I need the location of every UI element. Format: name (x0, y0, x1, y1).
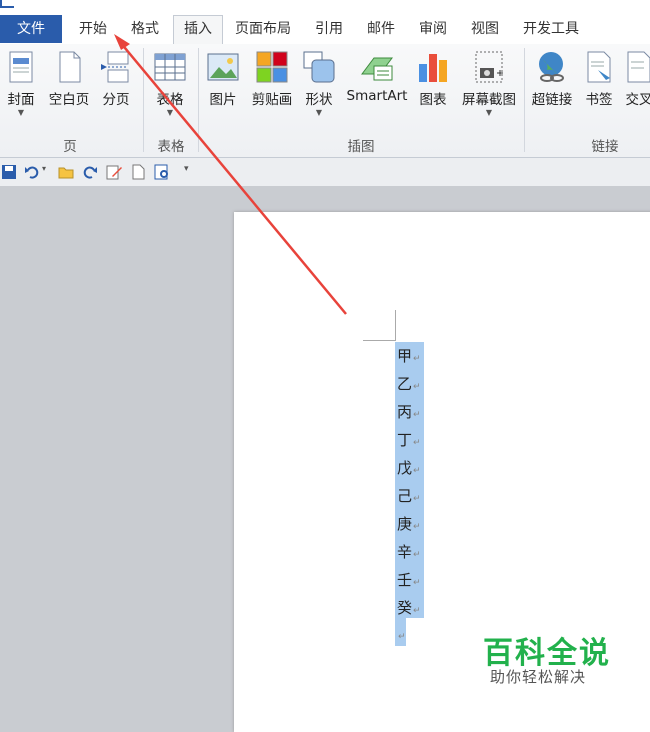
smartart-button[interactable]: SmartArt (344, 50, 410, 104)
group-label-links: 链接 (591, 139, 619, 155)
page-break-icon (99, 50, 133, 84)
picture-label: 图片 (209, 92, 237, 108)
smartart-icon (360, 50, 394, 84)
document-line[interactable]: 壬↵ (397, 566, 421, 594)
smartart-label: SmartArt (346, 88, 408, 104)
document-line-empty[interactable]: ↵ (397, 620, 406, 648)
shapes-button[interactable]: 形状 ▼ (302, 50, 336, 118)
open-folder-icon[interactable] (58, 164, 74, 180)
page-break-button[interactable]: 分页 (99, 50, 133, 108)
table-icon (153, 50, 187, 84)
tab-developer[interactable]: 开发工具 (516, 16, 586, 43)
picture-icon (206, 50, 240, 84)
tab-review[interactable]: 审阅 (412, 16, 454, 43)
blank-page-label: 空白页 (48, 92, 90, 108)
table-button[interactable]: 表格 ▼ (152, 50, 188, 118)
bookmark-label: 书签 (585, 92, 613, 108)
document-line[interactable]: 丙↵ (397, 398, 421, 426)
tab-home[interactable]: 开始 (70, 16, 116, 43)
group-label-tables: 表格 (157, 139, 185, 155)
chevron-down-icon[interactable]: ▼ (458, 108, 520, 118)
tab-page-layout[interactable]: 页面布局 (228, 16, 298, 43)
customize-toolbar-icon[interactable]: ▾ (184, 164, 200, 180)
chevron-down-icon[interactable]: ▾ (42, 164, 58, 180)
clip-art-button[interactable]: 剪贴画 (248, 50, 296, 108)
group-label-illustrations: 插图 (347, 139, 375, 155)
hyperlink-button[interactable]: 超链接 (528, 50, 576, 108)
chevron-down-icon[interactable]: ▼ (152, 108, 188, 118)
blank-page-icon (52, 50, 86, 84)
document-line[interactable]: 己↵ (397, 482, 421, 510)
undo-icon[interactable] (24, 164, 40, 180)
chart-icon (416, 50, 450, 84)
screenshot-label: 屏幕截图 (462, 92, 516, 108)
tab-view[interactable]: 视图 (464, 16, 506, 43)
page-break-label: 分页 (102, 92, 130, 108)
screenshot-icon (472, 50, 506, 84)
cross-reference-icon (622, 50, 650, 84)
cross-reference-label: 交叉 (625, 92, 650, 108)
ribbon-tab-bar: 文件 开始 格式 插入 页面布局 引用 邮件 审阅 视图 开发工具 (0, 0, 650, 45)
chart-label: 图表 (419, 92, 447, 108)
hyperlink-label: 超链接 (531, 92, 573, 108)
chevron-down-icon[interactable]: ▼ (302, 108, 336, 118)
new-document-icon[interactable] (130, 164, 146, 180)
edit-document-icon[interactable] (106, 164, 122, 180)
save-icon[interactable] (1, 164, 17, 180)
table-label: 表格 (156, 92, 184, 108)
document-line[interactable]: 乙↵ (397, 370, 421, 398)
cover-page-label: 封面 (7, 92, 35, 108)
clip-art-label: 剪贴画 (251, 92, 293, 108)
document-line[interactable]: 戊↵ (397, 454, 421, 482)
cover-page-button[interactable]: 封面 ▼ (4, 50, 38, 118)
tab-mailings[interactable]: 邮件 (360, 16, 402, 43)
bookmark-icon (582, 50, 616, 84)
tab-insert[interactable]: 插入 (173, 15, 223, 45)
shapes-icon (302, 50, 336, 84)
picture-button[interactable]: 图片 (206, 50, 240, 108)
app-logo-icon (0, 0, 14, 8)
blank-page-button[interactable]: 空白页 (44, 50, 94, 108)
document-line[interactable]: 丁↵ (397, 426, 421, 454)
cover-page-icon (4, 50, 38, 84)
chevron-down-icon[interactable]: ▼ (4, 108, 38, 118)
chart-button[interactable]: 图表 (416, 50, 450, 108)
hyperlink-icon (535, 50, 569, 84)
margin-corner-mark (395, 310, 396, 341)
watermark-subtitle: 助你轻松解决 (490, 668, 587, 686)
tab-references[interactable]: 引用 (308, 16, 350, 43)
document-line[interactable]: 庚↵ (397, 510, 421, 538)
tab-format[interactable]: 格式 (124, 16, 166, 43)
redo-icon[interactable] (82, 164, 98, 180)
ribbon-insert-panel: 封面 ▼ 空白页 分页 页 表格 ▼ 表格 图片 剪贴画 形状 ▼ SmartA… (0, 44, 650, 158)
clip-art-icon (255, 50, 289, 84)
document-line[interactable]: 辛↵ (397, 538, 421, 566)
document-line[interactable]: 癸↵ (397, 594, 421, 622)
document-line[interactable]: 甲↵ (397, 342, 421, 370)
shapes-label: 形状 (305, 92, 333, 108)
tab-file[interactable]: 文件 (0, 15, 62, 43)
print-preview-icon[interactable] (154, 164, 170, 180)
group-label-pages: 页 (63, 139, 77, 155)
screenshot-button[interactable]: 屏幕截图 ▼ (458, 50, 520, 118)
margin-corner-mark (363, 340, 395, 341)
cross-reference-button[interactable]: 交叉 (622, 50, 650, 108)
bookmark-button[interactable]: 书签 (582, 50, 616, 108)
quick-access-toolbar: ▾ ▾ (0, 158, 650, 187)
